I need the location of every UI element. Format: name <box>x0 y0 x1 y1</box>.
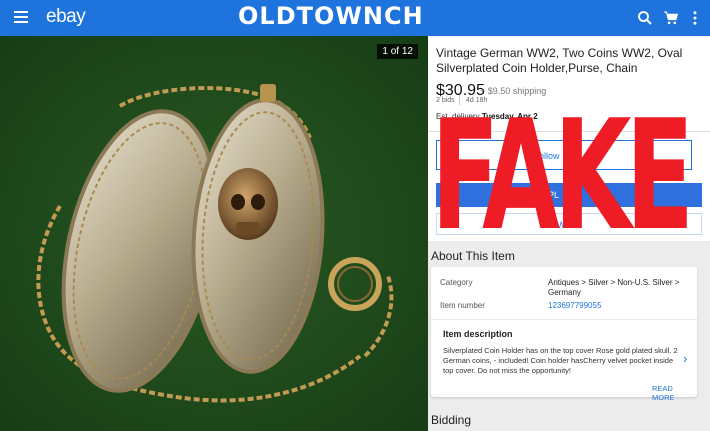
category-value: Antiques > Silver > Non-U.S. Silver > Ge… <box>548 278 680 297</box>
fake-stamp-overlay: FAKE <box>431 87 694 264</box>
menu-icon[interactable] <box>14 11 28 23</box>
description-text: Silverplated Coin Holder has on the top … <box>443 346 678 375</box>
coin-holder-photo <box>0 36 428 431</box>
category-label: Category <box>440 278 473 287</box>
app-header: ebay OLDTOWNCH <box>0 0 710 36</box>
item-photo[interactable]: 1 of 12 <box>0 36 428 431</box>
item-number-value[interactable]: 123697799055 <box>548 301 688 311</box>
card-divider <box>431 319 697 320</box>
cart-icon[interactable] <box>662 9 680 27</box>
description-title: Item description <box>443 329 513 339</box>
about-section: About This Item Category Antiques > Silv… <box>428 241 710 431</box>
bidding-title: Bidding <box>431 413 472 427</box>
search-icon[interactable] <box>636 9 654 27</box>
item-info-card: Category Antiques > Silver > Non-U.S. Si… <box>431 267 697 402</box>
seller-watermark: OLDTOWNCH <box>238 2 424 30</box>
more-vert-icon[interactable] <box>686 9 704 27</box>
chevron-right-icon[interactable]: › <box>683 351 687 366</box>
read-more-link[interactable]: READ MORE <box>652 384 697 402</box>
image-counter: 1 of 12 <box>377 44 418 59</box>
item-number-label: Item number <box>440 301 485 310</box>
listing-title: Vintage German WW2, Two Coins WW2, Oval … <box>436 46 683 75</box>
ebay-logo[interactable]: ebay <box>46 6 86 28</box>
